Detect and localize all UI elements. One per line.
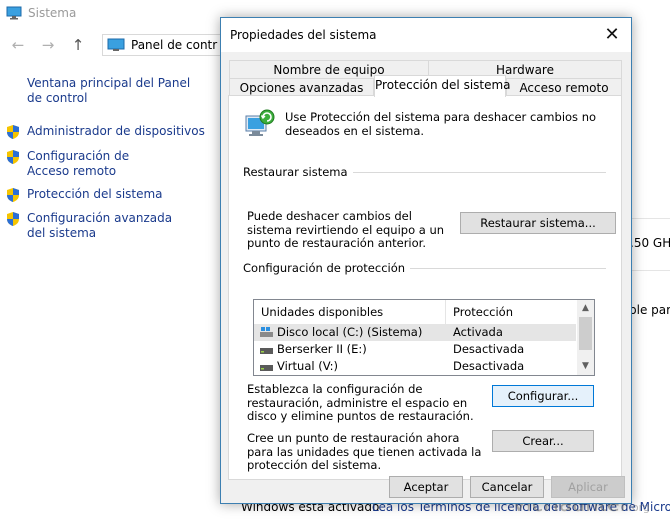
drive-row[interactable]: Disco local (C:) (Sistema) Activada [254, 324, 576, 341]
drive-icon [260, 365, 273, 371]
control-panel-icon [107, 38, 125, 51]
back-arrow-icon[interactable]: ← [6, 36, 30, 54]
processor-speed-fragment: .50 GHz [630, 236, 670, 250]
drive-row[interactable]: Berserker II (E:) Desactivada [254, 341, 576, 358]
sidebar-item-system-protection[interactable]: Protección del sistema [5, 187, 205, 203]
restore-group-label: Restaurar sistema [243, 165, 353, 179]
sidebar-item-label: Configuración avanzada del sistema [27, 211, 173, 240]
system-protection-panel: Use Protección del sistema para deshacer… [228, 95, 622, 480]
forward-arrow-icon[interactable]: → [36, 36, 60, 54]
drive-status: Desactivada [453, 359, 525, 373]
shield-icon [7, 188, 19, 202]
control-panel-title: Sistema [28, 6, 77, 20]
sidebar-item-remote-access[interactable]: Configuración de Acceso remoto [5, 149, 175, 179]
restore-system-button[interactable]: Restaurar sistema... [460, 212, 616, 234]
drive-name-cell: Virtual (V:) [254, 358, 446, 375]
monitor-icon [6, 6, 22, 20]
drive-icon [260, 348, 273, 354]
restore-description: Puede deshacer cambios del sistema revir… [247, 209, 445, 250]
address-text: Panel de contr [131, 38, 218, 52]
scroll-thumb[interactable] [579, 317, 592, 350]
sidebar-item-device-manager[interactable]: Administrador de dispositivos [5, 124, 205, 140]
create-button[interactable]: Crear... [492, 430, 594, 452]
info-text: Use Protección del sistema para deshacer… [285, 110, 597, 138]
scroll-down-icon[interactable]: ▼ [577, 358, 594, 375]
system-drive-icon [260, 327, 273, 337]
drive-status: Activada [453, 325, 503, 339]
drives-list[interactable]: Unidades disponibles Protección Disco lo… [253, 299, 595, 376]
configure-description: Establezca la configuración de restaurac… [247, 382, 474, 423]
sidebar-home-link[interactable]: Ventana principal del Panel de control [27, 76, 207, 106]
sidebar-item-label: Configuración de Acceso remoto [27, 149, 130, 178]
column-header-drives[interactable]: Unidades disponibles [254, 300, 446, 324]
drives-list-header: Unidades disponibles Protección [254, 300, 576, 324]
system-protection-icon [245, 109, 275, 136]
sidebar-item-label: Protección del sistema [27, 187, 163, 201]
apply-button[interactable]: Aplicar [551, 476, 625, 498]
create-description: Cree un punto de restauración ahora para… [247, 431, 482, 472]
tab-system-protection[interactable]: Protección del sistema [374, 75, 511, 97]
drive-status: Desactivada [453, 342, 525, 356]
protection-group-label: Configuración de protección [243, 261, 411, 275]
close-icon[interactable]: ✕ [601, 24, 623, 46]
drive-row[interactable]: Virtual (V:) Desactivada [254, 358, 576, 375]
shield-icon [7, 212, 19, 226]
ok-button[interactable]: Aceptar [389, 476, 463, 498]
dialog-titlebar: Propiedades del sistema ✕ [221, 18, 631, 52]
system-properties-dialog: Propiedades del sistema ✕ Nombre de equi… [220, 17, 632, 504]
drive-name-cell: Berserker II (E:) [254, 341, 446, 358]
sidebar-item-label: Administrador de dispositivos [27, 124, 205, 138]
configure-button[interactable]: Configurar... [492, 385, 594, 407]
shield-icon [7, 150, 19, 164]
drive-name: Berserker II (E:) [277, 342, 367, 356]
column-header-protection[interactable]: Protección [446, 300, 513, 324]
drive-name: Disco local (C:) (Sistema) [277, 325, 423, 339]
scroll-up-icon[interactable]: ▲ [577, 300, 594, 317]
sidebar-item-advanced-settings[interactable]: Configuración avanzada del sistema [5, 211, 185, 241]
shield-icon [7, 125, 19, 139]
dialog-title: Propiedades del sistema [230, 28, 377, 42]
drive-name-cell: Disco local (C:) (Sistema) [254, 324, 446, 341]
drive-name: Virtual (V:) [277, 359, 339, 373]
up-arrow-icon[interactable]: ↑ [66, 36, 90, 54]
cancel-button[interactable]: Cancelar [470, 476, 544, 498]
text-fragment: ble para [629, 303, 670, 317]
list-scrollbar[interactable]: ▲ ▼ [577, 300, 594, 375]
